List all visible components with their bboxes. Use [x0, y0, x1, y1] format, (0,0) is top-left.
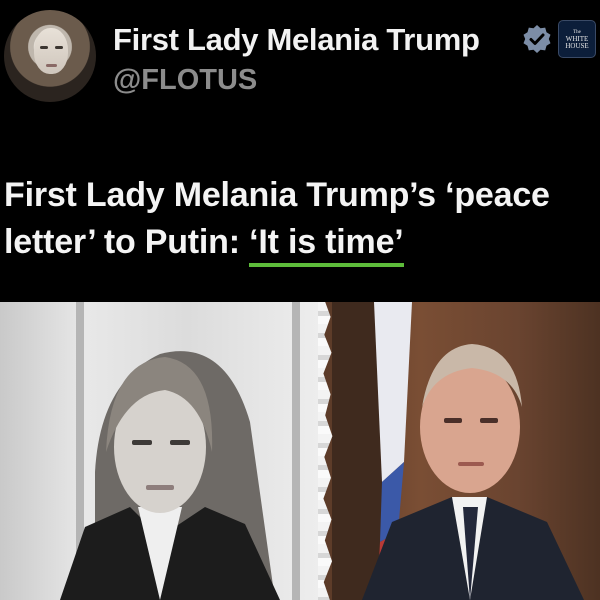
post-image[interactable]: [0, 302, 600, 600]
white-house-badge: The WHITE HOUSE: [558, 20, 596, 58]
left-portrait-photo: [0, 302, 340, 600]
display-name[interactable]: First Lady Melania Trump: [113, 22, 480, 58]
avatar-eye-left: [40, 46, 48, 49]
portrait-man-illustration: [332, 302, 584, 600]
headline: First Lady Melania Trump’s ‘peace letter…: [4, 172, 600, 267]
post-header: First Lady Melania Trump The WHITE HOUSE…: [0, 0, 600, 120]
user-handle[interactable]: @FLOTUS: [113, 64, 257, 97]
avatar-face: [34, 28, 68, 74]
headline-highlight: ‘It is time’: [249, 223, 404, 267]
verified-badge-icon: [523, 25, 551, 53]
avatar-eye-right: [55, 46, 63, 49]
right-portrait-photo: [322, 302, 600, 600]
avatar[interactable]: [4, 10, 96, 102]
headline-line-2: letter’ to Putin:: [4, 223, 250, 261]
portrait-woman-illustration: [60, 351, 280, 600]
avatar-mouth: [46, 64, 57, 67]
wh-badge-line-3: HOUSE: [565, 41, 589, 50]
headline-line-1: First Lady Melania Trump’s ‘peace: [4, 176, 550, 214]
